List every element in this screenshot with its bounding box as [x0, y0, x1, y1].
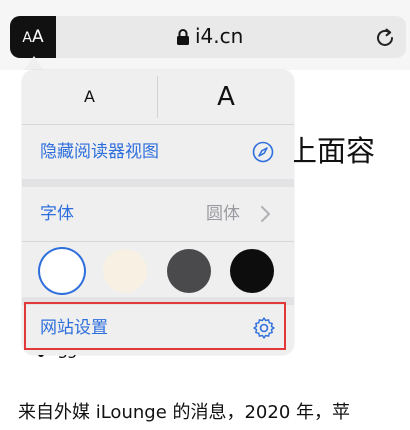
increase-font-button[interactable]: A	[158, 70, 294, 124]
reader-button-large-a: A	[31, 27, 44, 47]
chevron-right-icon	[261, 206, 270, 222]
decrease-font-button[interactable]: A	[22, 70, 157, 124]
article-body-line: 来自外媒 iLounge 的消息，2020 年，苹	[18, 402, 351, 423]
theme-white-swatch[interactable]	[40, 249, 84, 293]
popover-arrow	[24, 56, 44, 70]
font-value: 圆体	[206, 204, 240, 224]
font-size-row: A A	[22, 70, 294, 124]
highlight-annotation	[24, 302, 286, 350]
reader-button-small-a: A	[22, 30, 32, 46]
theme-black-swatch[interactable]	[230, 249, 274, 293]
font-selector-item[interactable]: 字体 圆体	[22, 187, 294, 241]
font-label: 字体	[40, 204, 74, 224]
section-separator	[22, 179, 294, 187]
theme-sepia-swatch[interactable]	[103, 249, 147, 293]
hide-reader-view-label: 隐藏阅读器视图	[40, 142, 159, 162]
compass-icon	[252, 141, 274, 163]
theme-gray-swatch[interactable]	[167, 249, 211, 293]
theme-row	[22, 241, 294, 305]
reload-icon[interactable]	[374, 27, 396, 49]
reader-settings-button[interactable]: AA	[10, 16, 56, 58]
hide-reader-view-item[interactable]: 隐藏阅读器视图	[22, 125, 294, 179]
article-heading: 上面容	[288, 134, 376, 168]
lock-icon	[177, 29, 189, 45]
domain-label: i4.cn	[195, 24, 244, 48]
